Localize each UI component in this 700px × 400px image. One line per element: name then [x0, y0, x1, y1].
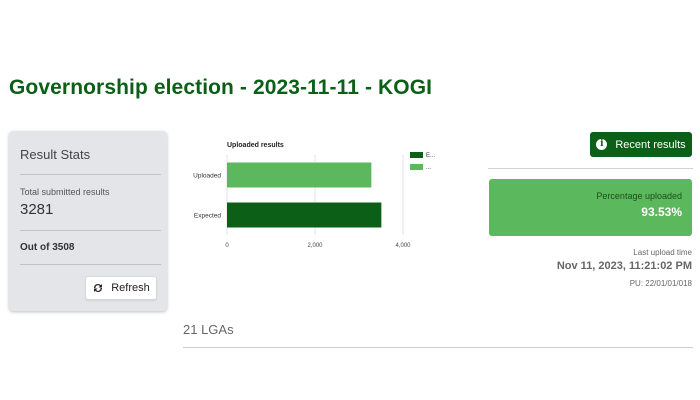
- divider: [20, 230, 161, 231]
- refresh-button-label: Refresh: [111, 282, 150, 294]
- legend-label: E...: [426, 153, 435, 159]
- percentage-uploaded-card: Percentage uploaded 93.53%: [489, 179, 692, 236]
- result-stats-card: Result Stats Total submitted results 328…: [9, 131, 167, 311]
- uploaded-results-chart: Uploaded results 0 2,000 4,000 Uploaded Expec…: [180, 135, 450, 260]
- info-icon: i: [596, 139, 608, 150]
- recent-results-label: Recent results: [615, 138, 686, 151]
- page-title: Governorship election - 2023-11-11 - KOG…: [9, 76, 433, 99]
- percentage-uploaded-value: 93.53%: [641, 205, 682, 219]
- divider: [20, 264, 161, 265]
- x-tick-label: 4,000: [395, 243, 411, 249]
- submitted-results-label: Total submitted results: [20, 187, 110, 197]
- y-category-label: Uploaded: [193, 173, 221, 180]
- chart-title: Uploaded results: [227, 142, 284, 149]
- x-tick-label: 2,000: [307, 243, 323, 249]
- percentage-uploaded-label: Percentage uploaded: [596, 191, 682, 201]
- bar-expected: [227, 202, 382, 228]
- legend-label: ...: [426, 165, 431, 171]
- polling-unit-code: PU: 22/01/01/018: [629, 279, 692, 288]
- divider: [20, 174, 161, 175]
- recent-results-button[interactable]: i Recent results: [590, 132, 692, 157]
- lga-count: 21 LGAs: [183, 322, 234, 337]
- result-stats-title: Result Stats: [20, 147, 91, 162]
- refresh-button[interactable]: Refresh: [85, 276, 157, 300]
- last-upload-time: Nov 11, 2023, 11:21:02 PM: [556, 260, 692, 272]
- bar-chart-svg: Uploaded results 0 2,000 4,000 Uploaded Expec…: [193, 142, 435, 249]
- last-upload-label: Last upload time: [633, 248, 692, 257]
- legend-swatch: [410, 152, 423, 158]
- refresh-icon: [94, 284, 103, 292]
- legend-swatch: [410, 164, 423, 170]
- bar-uploaded: [227, 162, 372, 188]
- y-category-label: Expected: [194, 213, 221, 220]
- total-expected-label: Out of 3508: [20, 242, 75, 253]
- divider: [183, 347, 693, 348]
- x-tick-label: 0: [225, 243, 229, 249]
- divider: [488, 168, 693, 169]
- submitted-results-value: 3281: [20, 201, 54, 218]
